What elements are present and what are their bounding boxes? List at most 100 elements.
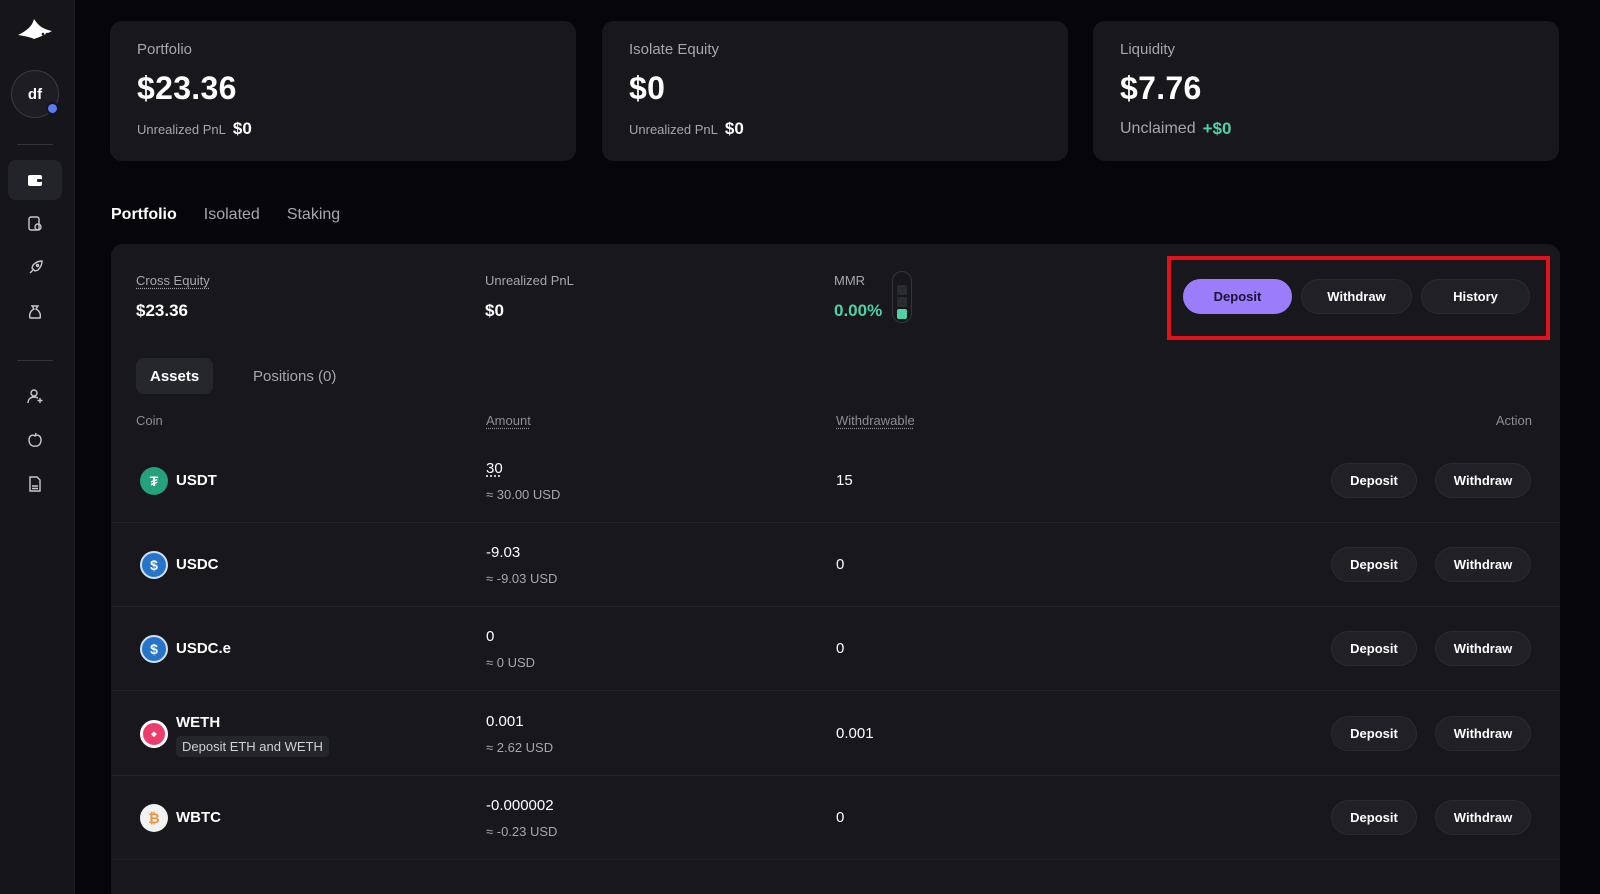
- coin-tag: Deposit ETH and WETH: [176, 736, 329, 757]
- sidebar: df: [0, 0, 75, 894]
- row-deposit-button[interactable]: Deposit: [1331, 631, 1417, 666]
- amount-usd: ≈ 30.00 USD: [486, 487, 561, 502]
- sidebar-divider: [17, 360, 53, 361]
- usdc-e-icon: $: [140, 635, 168, 663]
- sidebar-divider: [17, 144, 53, 145]
- row-withdraw-button[interactable]: Withdraw: [1435, 547, 1531, 582]
- table-row: $ USDC.e 0 ≈ 0 USD 0 Deposit Withdraw: [111, 607, 1560, 691]
- row-deposit-button[interactable]: Deposit: [1331, 463, 1417, 498]
- mmr-gauge-icon: [892, 271, 912, 323]
- row-deposit-button[interactable]: Deposit: [1331, 800, 1417, 835]
- sidebar-item-portfolio[interactable]: [8, 160, 62, 200]
- apple-icon: [28, 432, 42, 447]
- card-value: $7.76: [1120, 70, 1202, 106]
- withdrawable-value: 0.001: [836, 725, 874, 742]
- withdrawable-value: 0: [836, 640, 845, 657]
- money-bag-icon: [28, 305, 42, 319]
- amount-usd: ≈ 0 USD: [486, 655, 536, 670]
- coin-name: USDC.e: [176, 640, 232, 657]
- card-sub-value: $0: [724, 119, 744, 138]
- deposit-button[interactable]: Deposit: [1183, 279, 1292, 314]
- amount-value: 0: [486, 628, 495, 645]
- subtab-assets[interactable]: Assets: [136, 358, 214, 394]
- coin-stack-icon: [28, 216, 42, 231]
- coin-name: WETH: [176, 714, 221, 731]
- liquidity-card: Liquidity $7.76 Unclaimed +$0: [1093, 21, 1559, 161]
- column-header-withdrawable[interactable]: Withdrawable: [836, 413, 915, 428]
- column-header-coin: Coin: [136, 413, 163, 428]
- card-sub-label: Unclaimed: [1120, 120, 1196, 137]
- network-badge-icon: [46, 102, 59, 115]
- subtab-positions[interactable]: Positions (0): [239, 358, 350, 394]
- sidebar-item-launch[interactable]: [8, 248, 62, 288]
- table-row: ₮ USDT 30 ≈ 30.00 USD 15 Deposit Withdra…: [111, 439, 1560, 523]
- card-label: Isolate Equity: [629, 41, 720, 58]
- cross-equity-value: $23.36: [136, 301, 188, 320]
- wbtc-icon: ₿: [140, 804, 168, 832]
- coin-name: USDT: [176, 472, 217, 489]
- card-value: $23.36: [137, 70, 237, 106]
- add-user-icon: [27, 389, 43, 404]
- sidebar-item-rewards[interactable]: [8, 292, 62, 332]
- card-sub-label: Unrealized PnL: [137, 121, 226, 137]
- withdrawable-value: 0: [836, 556, 845, 573]
- card-value: $0: [629, 70, 666, 106]
- table-row: $ USDC -9.03 ≈ -9.03 USD 0 Deposit Withd…: [111, 523, 1560, 607]
- cross-equity-stat: Cross Equity $23.36: [136, 273, 210, 321]
- tab-isolated[interactable]: Isolated: [204, 206, 260, 224]
- mmr-label: MMR: [834, 273, 866, 288]
- sidebar-item-trade[interactable]: [8, 204, 62, 244]
- table-row: ₿ WBTC -0.000002 ≈ -0.23 USD 0 Deposit W…: [111, 776, 1560, 860]
- row-deposit-button[interactable]: Deposit: [1331, 547, 1417, 582]
- rocket-icon: [29, 260, 43, 274]
- tab-portfolio[interactable]: Portfolio: [111, 206, 177, 224]
- unrealized-pnl-label: Unrealized PnL: [485, 273, 574, 288]
- isolate-equity-card: Isolate Equity $0 Unrealized PnL $0: [602, 21, 1068, 161]
- avatar[interactable]: df: [11, 70, 59, 118]
- row-withdraw-button[interactable]: Withdraw: [1435, 463, 1531, 498]
- amount-usd: ≈ -0.23 USD: [486, 824, 558, 839]
- table-row: ◆ WETH Deposit ETH and WETH 0.001 ≈ 2.62…: [111, 691, 1560, 776]
- row-withdraw-button[interactable]: Withdraw: [1435, 800, 1531, 835]
- usdt-icon: ₮: [140, 467, 168, 495]
- card-sub-value: +$0: [1202, 119, 1232, 138]
- column-header-amount[interactable]: Amount: [486, 413, 531, 428]
- coin-name: USDC: [176, 556, 219, 573]
- unrealized-pnl-value: $0: [485, 301, 504, 320]
- weth-icon: ◆: [140, 720, 168, 748]
- usdc-icon: $: [140, 551, 168, 579]
- shark-logo-icon[interactable]: [16, 17, 56, 43]
- amount-usd: ≈ -9.03 USD: [486, 571, 558, 586]
- history-button[interactable]: History: [1421, 279, 1530, 314]
- amount-value: -0.000002: [486, 797, 554, 814]
- wallet-icon: [28, 175, 42, 186]
- row-withdraw-button[interactable]: Withdraw: [1435, 716, 1531, 751]
- card-sub-value: $0: [232, 119, 252, 138]
- portfolio-panel: Cross Equity $23.36 Unrealized PnL $0 MM…: [111, 244, 1560, 894]
- row-withdraw-button[interactable]: Withdraw: [1435, 631, 1531, 666]
- doc-icon: [29, 476, 41, 492]
- sidebar-item-docs[interactable]: [8, 464, 62, 504]
- row-deposit-button[interactable]: Deposit: [1331, 716, 1417, 751]
- mmr-value: 0.00%: [834, 301, 883, 320]
- withdrawable-value: 15: [836, 472, 853, 489]
- amount-value: 0.001: [486, 713, 524, 730]
- card-label: Liquidity: [1120, 41, 1176, 58]
- amount-value: -9.03: [486, 544, 521, 561]
- coin-name: WBTC: [176, 809, 221, 826]
- sidebar-item-referral[interactable]: [8, 376, 62, 416]
- amount-usd: ≈ 2.62 USD: [486, 740, 554, 755]
- page-tabs: Portfolio Isolated Staking: [111, 206, 340, 224]
- avatar-initials: df: [27, 85, 43, 103]
- cross-equity-label[interactable]: Cross Equity: [136, 273, 210, 288]
- withdraw-button[interactable]: Withdraw: [1301, 279, 1412, 314]
- unrealized-pnl-stat: Unrealized PnL $0: [485, 273, 574, 321]
- card-label: Portfolio: [137, 41, 193, 58]
- portfolio-card: Portfolio $23.36 Unrealized PnL $0: [110, 21, 576, 161]
- card-sub-label: Unrealized PnL: [629, 121, 718, 137]
- tab-staking[interactable]: Staking: [287, 206, 340, 224]
- withdrawable-value: 0: [836, 809, 845, 826]
- amount-value[interactable]: 30: [486, 460, 503, 477]
- sidebar-item-apple[interactable]: [8, 420, 62, 460]
- mmr-stat: MMR 0.00%: [834, 273, 882, 321]
